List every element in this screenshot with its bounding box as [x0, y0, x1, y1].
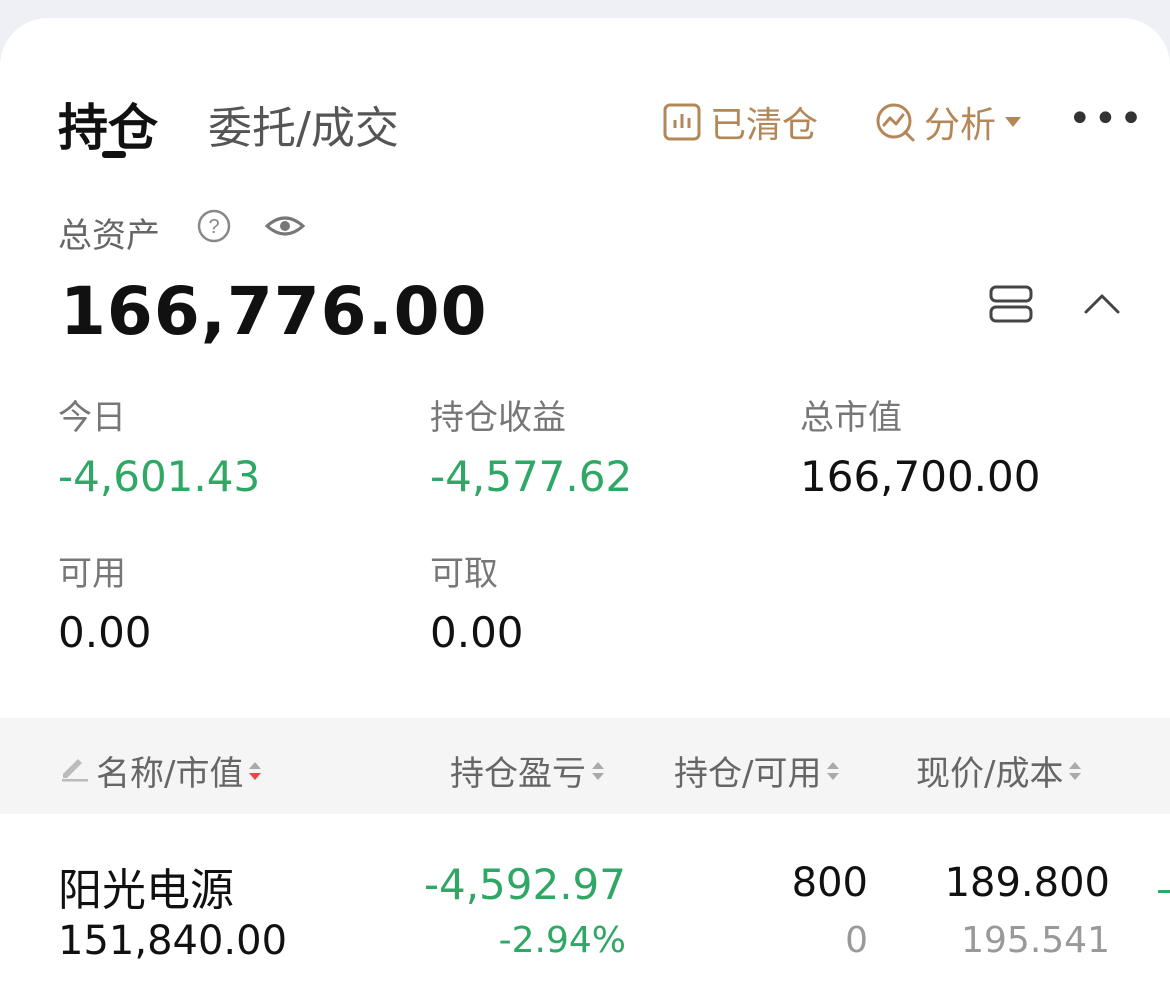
stock-price: 189.800: [944, 860, 1110, 906]
withdrawable-label: 可取: [430, 554, 498, 594]
positions-card: 持仓 委托/成交 已清仓 分析 ••• 总资产 ? 166,776.00 今日 …: [0, 18, 1170, 998]
analysis-button[interactable]: 分析: [874, 96, 1022, 148]
available-value: 0.00: [58, 608, 152, 657]
dropdown-caret-icon: [1004, 115, 1022, 129]
tab-positions[interactable]: 持仓: [58, 88, 158, 160]
holdings-table-header: 名称/市值 持仓盈亏 持仓/可用 现价/成本: [0, 718, 1170, 814]
stock-pnl: -4,592.97: [423, 860, 626, 909]
header-price-label: 现价/成本: [916, 754, 1064, 794]
tab-orders-trades[interactable]: 委托/成交: [208, 92, 399, 156]
stock-market-value: 151,840.00: [58, 918, 288, 964]
analysis-label: 分析: [924, 105, 997, 146]
header-name-market-value[interactable]: 名称/市值: [58, 746, 262, 795]
withdrawable-value: 0.00: [430, 608, 524, 657]
today-pnl-label: 今日: [58, 398, 126, 438]
sort-arrows-icon: [249, 761, 262, 780]
available-label: 可用: [58, 554, 126, 594]
edit-pencil-icon[interactable]: [58, 750, 90, 791]
sort-arrows-icon: [1069, 761, 1082, 780]
stock-position: 800: [791, 860, 868, 906]
header-price-cost[interactable]: 现价/成本: [916, 746, 1082, 795]
stock-available: 0: [845, 920, 868, 961]
stock-cost: 195.541: [961, 920, 1110, 961]
header-name-label: 名称/市值: [96, 754, 244, 794]
position-profit-label: 持仓收益: [430, 398, 566, 438]
total-market-value-label: 总市值: [800, 398, 902, 438]
svg-text:?: ?: [208, 216, 219, 238]
layout-toggle-icon[interactable]: [988, 284, 1036, 328]
analysis-icon: [874, 101, 916, 143]
visibility-eye-icon[interactable]: [264, 210, 306, 246]
header-position-pnl[interactable]: 持仓盈亏: [450, 746, 604, 795]
help-icon[interactable]: ?: [196, 208, 232, 248]
header-position-label: 持仓/可用: [674, 754, 822, 794]
today-pnl-value: -4,601.43: [58, 452, 261, 501]
more-options-icon[interactable]: •••: [1068, 96, 1145, 142]
next-column-peek: [1158, 890, 1170, 893]
sort-arrows-icon: [592, 761, 604, 780]
total-market-value: 166,700.00: [800, 452, 1041, 501]
header-pnl-label: 持仓盈亏: [450, 754, 586, 794]
position-profit-value: -4,577.62: [430, 452, 633, 501]
stock-pnl-pct: -2.94%: [498, 920, 626, 961]
sort-arrows-icon: [827, 761, 840, 780]
header-position-available[interactable]: 持仓/可用: [674, 746, 840, 795]
collapse-chevron-up-icon[interactable]: [1082, 290, 1122, 320]
total-assets-label: 总资产: [58, 216, 160, 256]
total-assets-value: 166,776.00: [60, 273, 488, 350]
tab-active-indicator: [102, 151, 126, 158]
bar-chart-icon: [662, 102, 702, 142]
stock-name: 阳光电源: [58, 865, 234, 916]
cleared-positions-button[interactable]: 已清仓: [662, 96, 818, 148]
cleared-label: 已清仓: [710, 105, 819, 146]
